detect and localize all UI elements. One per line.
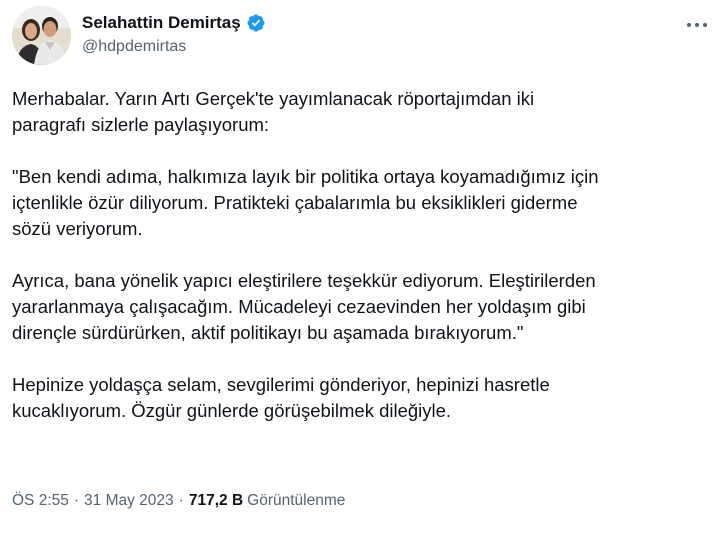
author-handle[interactable]: @hdpdemirtas <box>82 38 186 56</box>
verified-badge-icon[interactable] <box>246 13 266 33</box>
text-line: Hepinize yoldaşça selam, sevgilerimi gön… <box>12 374 550 395</box>
text-line: içtenlikle özür diliyorum. Pratikteki ça… <box>12 192 578 213</box>
text-line: Merhabalar. Yarın Artı Gerçek'te yayımla… <box>12 88 535 109</box>
meta-separator: · <box>73 492 80 509</box>
tweet-meta: ÖS 2:55 · 31 May 2023 · 717,2 B Görüntül… <box>12 492 345 510</box>
avatar-photo <box>12 6 71 65</box>
tweet-paragraph: Ayrıca, bana yönelik yapıcı eleştirilere… <box>12 268 712 346</box>
author-name[interactable]: Selahattin Demirtaş <box>82 13 241 33</box>
tweet-paragraph: "Ben kendi adıma, halkımıza layık bir po… <box>12 164 712 242</box>
tweet-text: Merhabalar. Yarın Artı Gerçek'te yayımla… <box>12 86 712 450</box>
tweet-card: Selahattin Demirtaş @hdpdemirtas Merhaba… <box>0 0 722 539</box>
tweet-paragraph: Merhabalar. Yarın Artı Gerçek'te yayımla… <box>12 86 712 138</box>
text-line: yararlanmaya çalışacağım. Mücadeleyi cez… <box>12 296 586 317</box>
tweet-paragraph: Hepinize yoldaşça selam, sevgilerimi gön… <box>12 372 712 424</box>
text-line: dirençle sürdürürken, aktif politikayı b… <box>12 322 524 343</box>
tweet-time[interactable]: ÖS 2:55 <box>12 492 69 510</box>
avatar[interactable] <box>12 6 71 65</box>
views-label: Görüntülenme <box>247 492 346 509</box>
text-line: paragrafı sizlerle paylaşıyorum: <box>12 114 270 135</box>
more-options-icon[interactable] <box>682 10 712 40</box>
tweet-date[interactable]: 31 May 2023 <box>84 492 174 510</box>
meta-separator: · <box>178 492 184 509</box>
text-line: Ayrıca, bana yönelik yapıcı eleştirilere… <box>12 270 596 291</box>
text-line: "Ben kendi adıma, halkımıza layık bir po… <box>12 166 599 187</box>
views-count: 717,2 B <box>188 492 244 509</box>
text-line: sözü veriyorum. <box>12 218 143 239</box>
text-line: kucaklıyorum. Özgür günlerde görüşebilme… <box>12 400 452 421</box>
author-name-row: Selahattin Demirtaş <box>82 12 266 34</box>
